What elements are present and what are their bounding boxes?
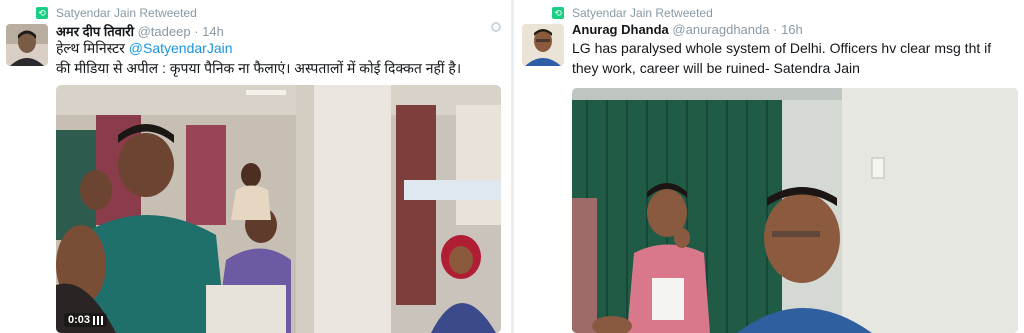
retweet-icon: ⟲	[552, 7, 564, 19]
retweet-icon: ⟲	[36, 7, 48, 19]
video-player[interactable]: 0:03	[56, 85, 501, 333]
retweeted-by-label: Satyendar Jain Retweeted	[56, 6, 197, 20]
mention-link[interactable]: @SatyendarJain	[129, 40, 233, 56]
video-duration-badge: 0:03	[64, 313, 108, 327]
signal-bars-icon	[93, 315, 104, 325]
timestamp[interactable]: 16h	[781, 22, 803, 37]
tweet-header: Anurag Dhanda @anuragdhanda · 16h	[572, 22, 803, 37]
retweet-context[interactable]: ⟲ Satyendar Jain Retweeted	[552, 5, 713, 21]
avatar[interactable]	[6, 24, 48, 66]
gear-icon[interactable]	[491, 22, 501, 32]
tweet-card-left[interactable]: ⟲ Satyendar Jain Retweeted अमर दीप तिवार…	[0, 0, 511, 333]
tweet-text: हेल्थ मिनिस्टर @SatyendarJain की मीडिया …	[56, 38, 506, 78]
author-handle[interactable]: @anuragdhanda	[672, 22, 769, 37]
photo-image	[572, 88, 1018, 333]
video-duration: 0:03	[68, 314, 91, 326]
author-name[interactable]: अमर दीप तिवारी	[56, 24, 134, 39]
tweet-text-line2: की मीडिया से अपील : कृपया पैनिक ना फैलाए…	[56, 60, 462, 76]
separator: ·	[773, 22, 778, 37]
retweeted-by-label: Satyendar Jain Retweeted	[572, 6, 713, 20]
separator: ·	[194, 24, 199, 39]
tweet-card-right[interactable]: ⟲ Satyendar Jain Retweeted Anurag Dhanda…	[514, 0, 1024, 333]
author-name[interactable]: Anurag Dhanda	[572, 22, 669, 37]
avatar[interactable]	[522, 24, 564, 66]
tweet-photo[interactable]	[572, 88, 1018, 333]
video-thumbnail	[56, 85, 501, 333]
tweet-text: LG has paralysed whole system of Delhi. …	[572, 40, 992, 76]
retweet-context[interactable]: ⟲ Satyendar Jain Retweeted	[36, 5, 197, 21]
author-handle[interactable]: @tadeep	[138, 24, 191, 39]
timestamp[interactable]: 14h	[202, 24, 224, 39]
tweet-text-line1: हेल्थ मिनिस्टर @SatyendarJain	[56, 40, 233, 56]
